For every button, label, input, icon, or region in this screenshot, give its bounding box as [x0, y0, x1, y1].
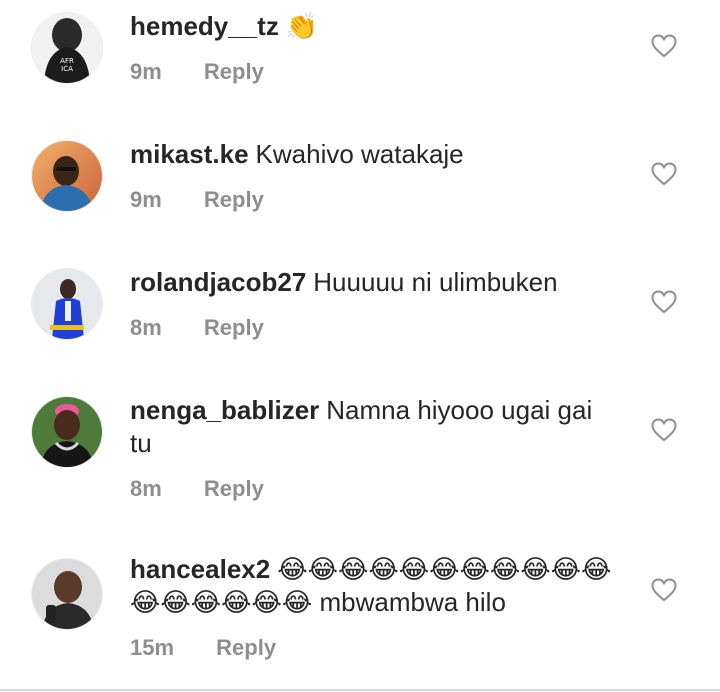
- avatar-man-sunset-icon: [32, 141, 102, 211]
- comment-time: 8m: [130, 315, 162, 340]
- heart-outline-icon: [651, 162, 677, 186]
- reply-button[interactable]: Reply: [216, 635, 276, 661]
- divider: [0, 689, 720, 691]
- avatar-man-blue-suit-icon: [32, 269, 102, 339]
- comment-time: 8m: [130, 476, 162, 501]
- comment-meta: 15m Reply: [130, 635, 620, 661]
- comment-text: hemedy__tz 👏: [130, 10, 620, 43]
- comment-meta: 9m Reply: [130, 187, 620, 213]
- user-avatar[interactable]: [32, 141, 102, 211]
- comment-body: 👏: [285, 11, 319, 41]
- user-avatar[interactable]: [32, 269, 102, 339]
- like-button[interactable]: [651, 34, 677, 58]
- comment-time: 9m: [130, 59, 162, 84]
- comment-username[interactable]: rolandjacob27: [130, 267, 306, 297]
- reply-button[interactable]: Reply: [204, 59, 264, 85]
- comment-text: nenga_bablizer Namna hiyooo ugai gai tu: [130, 394, 620, 460]
- comment-meta: 8m Reply: [130, 476, 620, 502]
- avatar-africa-hoodie-icon: AFR ICA: [32, 13, 102, 83]
- heart-outline-icon: [651, 290, 677, 314]
- comment-time: 15m: [130, 635, 175, 660]
- user-avatar[interactable]: [32, 559, 102, 629]
- like-button[interactable]: [651, 578, 677, 602]
- heart-outline-icon: [651, 34, 677, 58]
- comment-username[interactable]: hemedy__tz: [130, 11, 279, 41]
- comment-body: Huuuuu ni ulimbuken: [313, 267, 558, 297]
- reply-button[interactable]: Reply: [204, 476, 264, 502]
- comment-username[interactable]: hancealex2: [130, 554, 270, 584]
- reply-button[interactable]: Reply: [204, 187, 264, 213]
- like-button[interactable]: [651, 290, 677, 314]
- comment-meta: 9m Reply: [130, 59, 620, 85]
- avatar-man-pink-hair-icon: [32, 397, 102, 467]
- comment-username[interactable]: nenga_bablizer: [130, 395, 319, 425]
- comment-meta: 8m Reply: [130, 315, 620, 341]
- user-avatar[interactable]: AFR ICA: [32, 13, 102, 83]
- comment-body: Kwahivo watakaje: [255, 139, 464, 169]
- comment-time: 9m: [130, 187, 162, 212]
- comment-username[interactable]: mikast.ke: [130, 139, 249, 169]
- heart-outline-icon: [651, 578, 677, 602]
- reply-button[interactable]: Reply: [204, 315, 264, 341]
- comment-list: AFR ICA hemedy__tz 👏 9m Reply mikast.ke …: [0, 0, 720, 692]
- svg-text:AFR: AFR: [60, 57, 74, 65]
- avatar-man-selfie-icon: [32, 559, 102, 629]
- comment-text: mikast.ke Kwahivo watakaje: [130, 138, 620, 171]
- like-button[interactable]: [651, 162, 677, 186]
- heart-outline-icon: [651, 418, 677, 442]
- comment-text: hancealex2 😂😂😂😂😂😂😂😂😂😂😂😂😂😂😂😂😂 mbwambwa hil…: [130, 553, 620, 619]
- svg-text:ICA: ICA: [61, 65, 73, 73]
- user-avatar[interactable]: [32, 397, 102, 467]
- comment-text: rolandjacob27 Huuuuu ni ulimbuken: [130, 266, 620, 299]
- like-button[interactable]: [651, 418, 677, 442]
